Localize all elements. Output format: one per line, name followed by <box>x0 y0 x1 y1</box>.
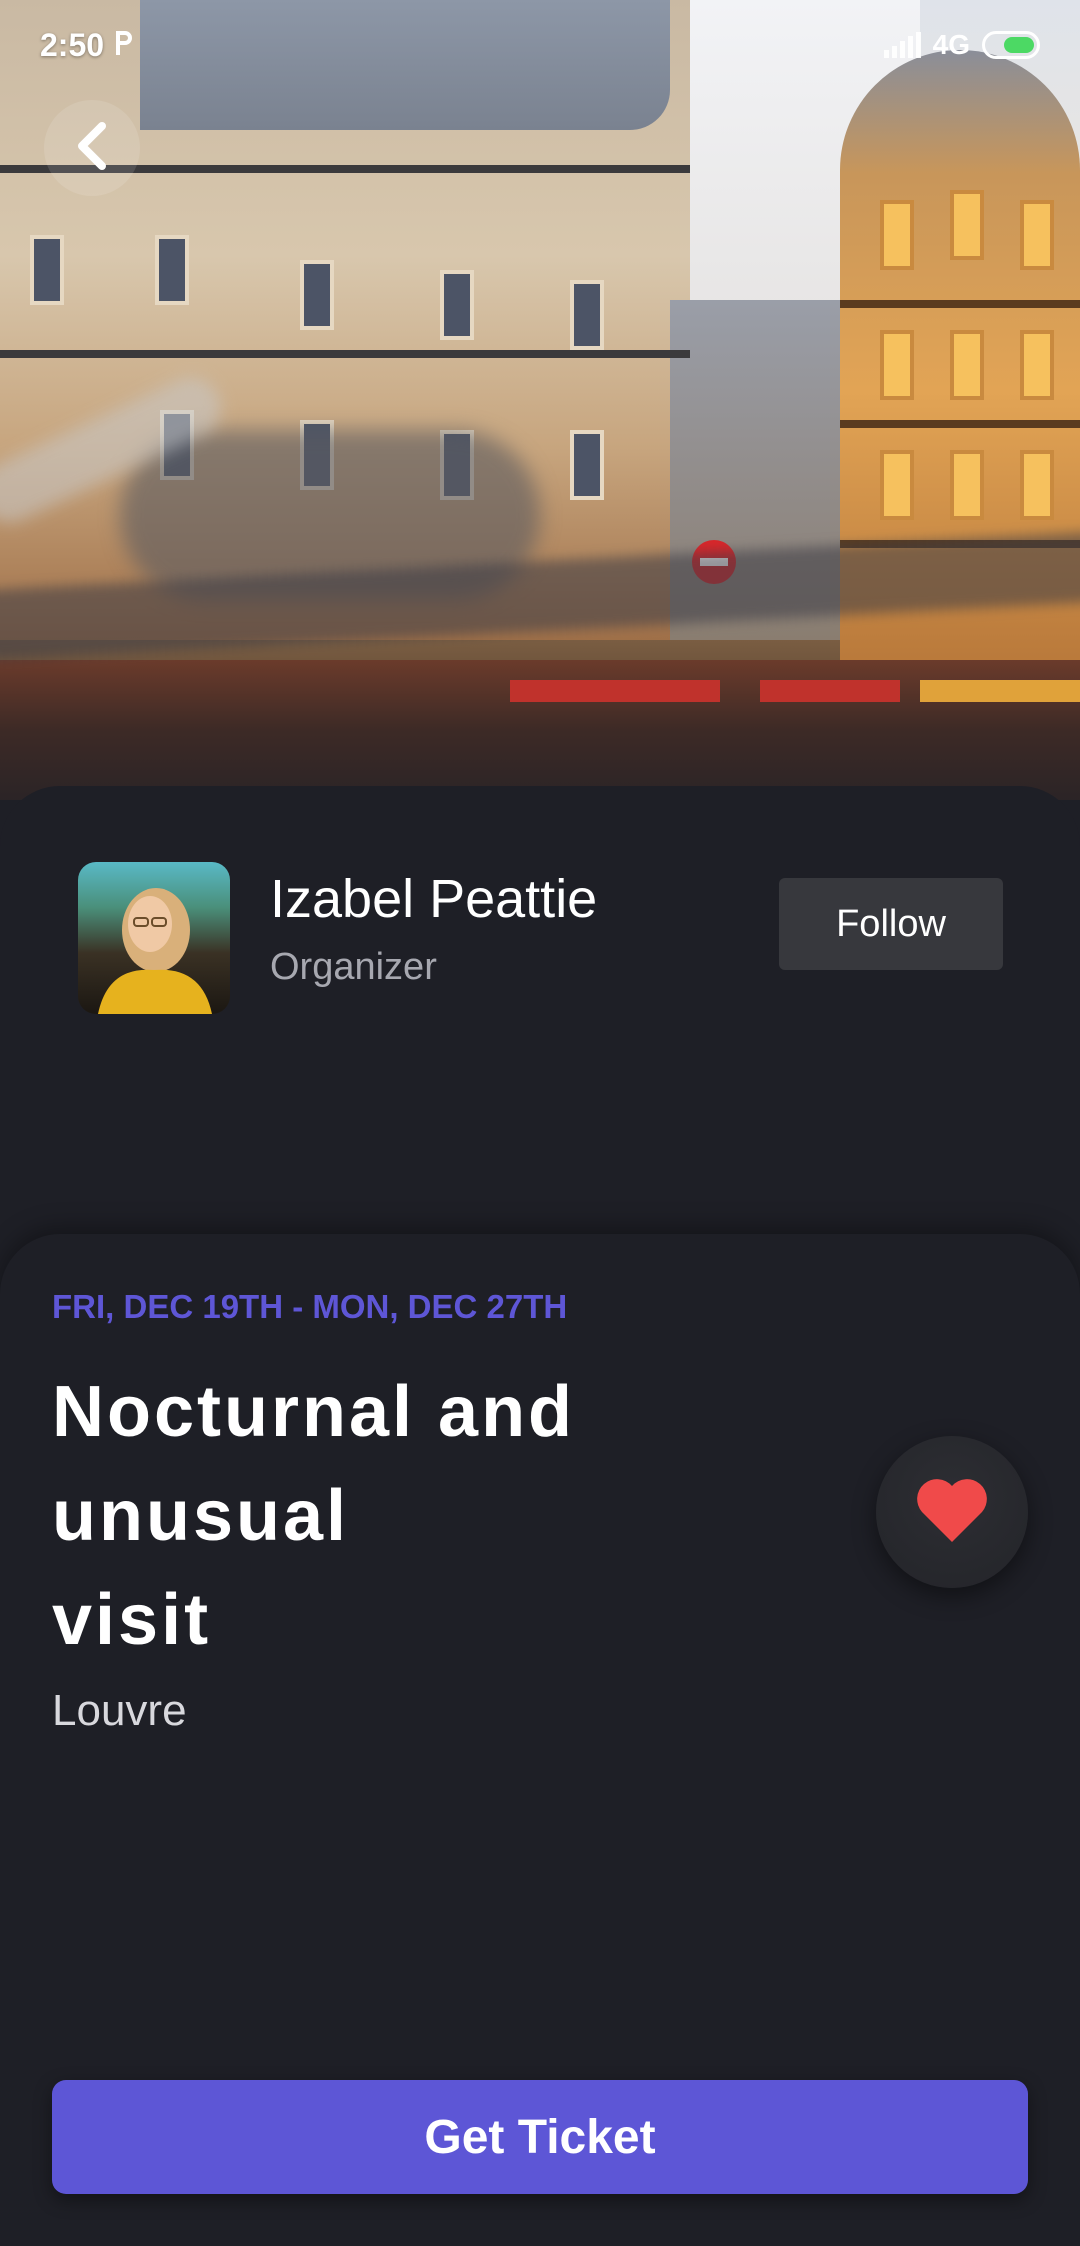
follow-button[interactable]: Follow <box>779 878 1003 970</box>
chevron-left-icon <box>72 120 112 177</box>
event-hero-image <box>0 0 1080 800</box>
signal-icon <box>883 32 921 58</box>
back-button[interactable] <box>44 100 140 196</box>
get-ticket-button[interactable]: Get Ticket <box>52 2080 1028 2194</box>
status-bar: 2:50 4G <box>0 0 1080 90</box>
organizer-role: Organizer <box>270 946 437 988</box>
organizer-name: Izabel Peattie <box>270 869 598 929</box>
heart-icon <box>914 1476 990 1549</box>
p-icon <box>112 29 134 62</box>
battery-charging-icon <box>982 31 1040 59</box>
network-type: 4G <box>932 29 970 60</box>
status-time: 2:50 <box>40 26 105 63</box>
event-dates: FRI, DEC 19TH - MON, DEC 27TH <box>52 1288 568 1325</box>
event-venue: Louvre <box>52 1686 187 1735</box>
favorite-button[interactable] <box>876 1436 1028 1588</box>
organizer-avatar[interactable] <box>78 862 230 1014</box>
event-title: Nocturnal and unusual visit <box>52 1372 576 1660</box>
